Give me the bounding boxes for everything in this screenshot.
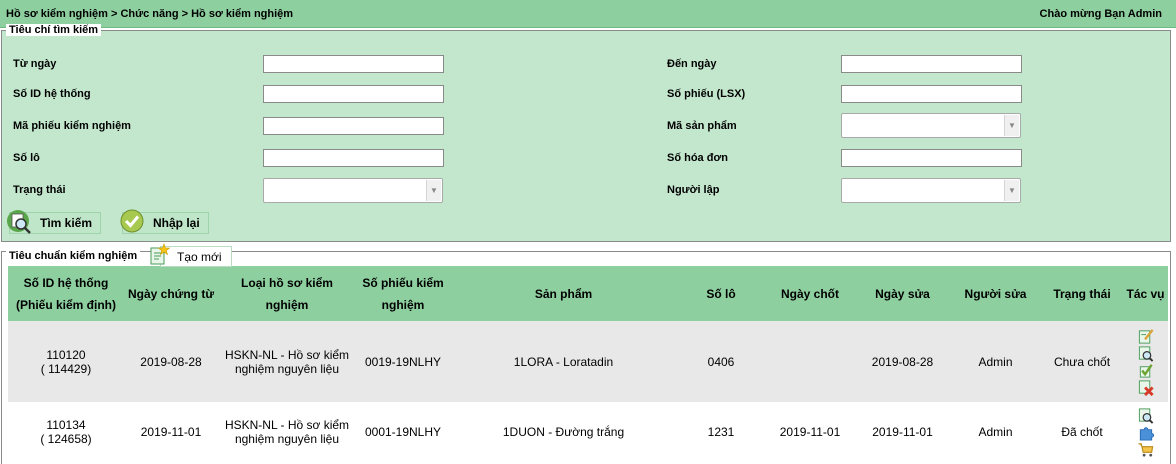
close-date-cell bbox=[765, 321, 855, 402]
new-button-label: Tạo mới bbox=[177, 249, 222, 264]
approve-icon[interactable] bbox=[1137, 362, 1155, 379]
doc-date-cell: 2019-11-01 bbox=[124, 402, 218, 462]
column-header[interactable]: Người sửa bbox=[950, 266, 1041, 321]
delete-icon[interactable] bbox=[1137, 379, 1155, 396]
slip-no-cell: 0001-19NLHY bbox=[356, 402, 450, 462]
results-table: Số ID hệ thống (Phiếu kiểm định) Ngày ch… bbox=[8, 266, 1168, 462]
search-button[interactable]: Tìm kiếm bbox=[7, 210, 102, 234]
slip-no-label: Số phiếu (LSX) bbox=[667, 88, 746, 100]
greeting-text: Chào mừng Bạn Admin bbox=[1039, 7, 1162, 20]
type-cell: HSKN-NL - Hồ sơ kiểm nghiệm nguyên liệu bbox=[218, 321, 356, 402]
actions-cell bbox=[1123, 402, 1168, 462]
edit-icon[interactable] bbox=[1137, 328, 1155, 345]
column-header[interactable]: Số ID hệ thống (Phiếu kiểm định) bbox=[8, 266, 124, 321]
lot-cell: 0406 bbox=[677, 321, 765, 402]
column-header[interactable]: Sản phẩm bbox=[450, 266, 677, 321]
chevron-down-icon[interactable]: ▼ bbox=[1004, 115, 1019, 136]
column-header[interactable]: Số phiếu kiểm nghiệm bbox=[356, 266, 450, 321]
column-header[interactable]: Ngày chứng từ bbox=[124, 266, 218, 321]
product-cell: 1LORA - Loratadin bbox=[450, 321, 677, 402]
system-id: 110120 bbox=[46, 347, 86, 362]
table-row[interactable]: 110134 ( 124658) 2019-11-01 HSKN-NL - Hồ… bbox=[8, 402, 1168, 462]
creator-label: Người lập bbox=[667, 184, 720, 196]
puzzle-icon[interactable] bbox=[1137, 424, 1155, 441]
product-code-label: Mã sản phẩm bbox=[667, 120, 737, 132]
view-icon[interactable] bbox=[1137, 345, 1155, 362]
product-code-select[interactable]: ▼ bbox=[841, 113, 1021, 138]
system-id-input[interactable] bbox=[263, 85, 444, 103]
view-icon[interactable] bbox=[1137, 407, 1155, 424]
reset-button-label: Nhập lại bbox=[153, 216, 200, 230]
column-header[interactable]: Trạng thái bbox=[1041, 266, 1123, 321]
system-id: 110134 bbox=[46, 418, 86, 432]
system-id-label: Số ID hệ thống bbox=[13, 88, 91, 100]
actions-cell bbox=[1123, 321, 1168, 402]
creator-select[interactable]: ▼ bbox=[841, 178, 1021, 203]
inspection-id: ( 114429) bbox=[40, 361, 92, 376]
editor-cell: Admin bbox=[950, 321, 1041, 402]
to-date-label: Đến ngày bbox=[667, 58, 717, 70]
to-date-input[interactable] bbox=[841, 55, 1022, 73]
from-date-label: Từ ngày bbox=[13, 58, 57, 70]
column-header[interactable]: Ngày chốt bbox=[765, 266, 855, 321]
search-legend: Tiêu chí tìm kiếm bbox=[6, 24, 102, 36]
slip-no-cell: 0019-19NLHY bbox=[356, 321, 450, 402]
results-legend: Tiêu chuẩn kiểm nghiệm bbox=[6, 250, 141, 262]
type-cell: HSKN-NL - Hồ sơ kiểm nghiệm nguyên liệu bbox=[218, 402, 356, 462]
results-panel: Tiêu chuẩn kiểm nghiệm Số ID hệ thống (P… bbox=[1, 250, 1171, 464]
new-doc-icon bbox=[150, 243, 171, 265]
top-bar: Hồ sơ kiểm nghiệm > Chức năng > Hồ sơ ki… bbox=[0, 0, 1176, 28]
lot-no-input[interactable] bbox=[263, 149, 444, 167]
search-icon bbox=[7, 210, 31, 234]
new-button[interactable]: Tạo mới bbox=[150, 243, 232, 267]
table-header-row: Số ID hệ thống (Phiếu kiểm định) Ngày ch… bbox=[8, 266, 1168, 321]
product-cell: 1DUON - Đường trắng bbox=[450, 402, 677, 462]
search-criteria-panel: Tiêu chí tìm kiếm Từ ngày Đến ngày Số ID… bbox=[1, 24, 1171, 242]
from-date-input[interactable] bbox=[263, 55, 444, 73]
cart-icon[interactable] bbox=[1137, 441, 1155, 458]
system-id-cell: 110120 ( 114429) bbox=[8, 321, 124, 402]
column-header[interactable]: Loại hồ sơ kiểm nghiệm bbox=[218, 266, 356, 321]
status-cell: Đã chốt bbox=[1041, 402, 1123, 462]
column-header: Tác vụ bbox=[1123, 266, 1168, 321]
breadcrumb[interactable]: Hồ sơ kiểm nghiệm > Chức năng > Hồ sơ ki… bbox=[6, 8, 293, 20]
status-cell: Chưa chốt bbox=[1041, 321, 1123, 402]
close-date-cell: 2019-11-01 bbox=[765, 402, 855, 462]
table-row[interactable]: 110120 ( 114429) 2019-08-28 HSKN-NL - Hồ… bbox=[8, 321, 1168, 402]
chevron-down-icon[interactable]: ▼ bbox=[1004, 180, 1019, 201]
edit-date-cell: 2019-11-01 bbox=[855, 402, 950, 462]
system-id-cell: 110134 ( 124658) bbox=[8, 402, 124, 462]
invoice-no-label: Số hóa đơn bbox=[667, 152, 728, 164]
lot-no-label: Số lô bbox=[13, 152, 40, 164]
inspection-id: ( 124658) bbox=[40, 432, 92, 446]
status-label: Trạng thái bbox=[13, 184, 66, 196]
column-header[interactable]: Ngày sửa bbox=[855, 266, 950, 321]
edit-date-cell: 2019-08-28 bbox=[855, 321, 950, 402]
search-button-label: Tìm kiếm bbox=[40, 216, 93, 230]
reset-button[interactable]: Nhập lại bbox=[120, 209, 209, 234]
test-slip-code-label: Mã phiếu kiểm nghiệm bbox=[13, 120, 131, 132]
column-header[interactable]: Số lô bbox=[677, 266, 765, 321]
check-icon bbox=[120, 209, 144, 233]
invoice-no-input[interactable] bbox=[841, 149, 1022, 167]
lot-cell: 1231 bbox=[677, 402, 765, 462]
doc-date-cell: 2019-08-28 bbox=[124, 321, 218, 402]
status-select[interactable]: ▼ bbox=[263, 178, 443, 203]
chevron-down-icon[interactable]: ▼ bbox=[426, 180, 441, 201]
editor-cell: Admin bbox=[950, 402, 1041, 462]
test-slip-code-input[interactable] bbox=[263, 117, 444, 135]
slip-no-input[interactable] bbox=[841, 85, 1022, 103]
